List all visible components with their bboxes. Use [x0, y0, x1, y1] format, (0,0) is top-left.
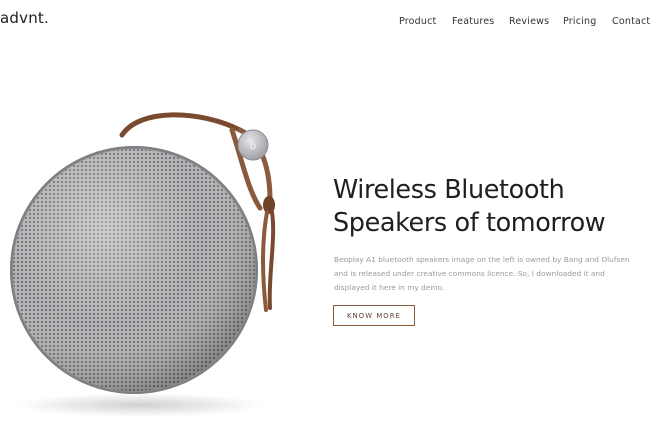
top-navigation: Product Features Reviews Pricing Contact	[260, 16, 650, 30]
hero-headline-line-1: Wireless Bluetooth	[333, 175, 565, 205]
hero-headline: Wireless Bluetooth Speakers of tomorrow	[333, 174, 650, 240]
know-more-button[interactable]: KNOW MORE	[333, 305, 415, 326]
hero-description-line-2: and is released under creative commons l…	[334, 269, 605, 278]
brand-logo[interactable]: advnt.	[0, 9, 49, 27]
hero-description: Beoplay A1 bluetooth speakers image on t…	[334, 253, 650, 295]
nav-item-features[interactable]: Features	[452, 16, 494, 27]
nav-item-contact[interactable]: Contact	[612, 16, 650, 27]
hero-description-line-1: Beoplay A1 bluetooth speakers image on t…	[334, 255, 630, 264]
nav-item-pricing[interactable]: Pricing	[563, 16, 596, 27]
nav-item-reviews[interactable]: Reviews	[509, 16, 549, 27]
hero-description-line-3: displayed it here in my demo.	[334, 283, 445, 292]
svg-text:b: b	[250, 141, 256, 152]
speaker-product-image: b	[0, 100, 330, 420]
hero-headline-line-2: Speakers of tomorrow	[333, 208, 606, 238]
nav-item-product[interactable]: Product	[399, 16, 436, 27]
